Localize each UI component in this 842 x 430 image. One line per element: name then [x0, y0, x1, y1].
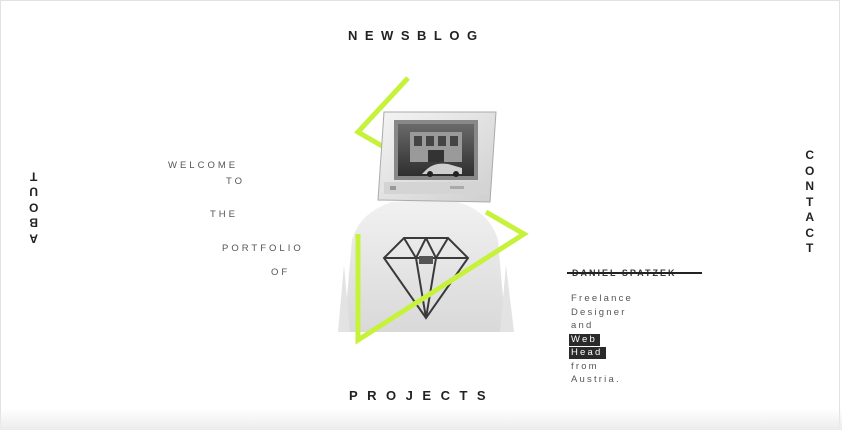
hero-portrait-image — [338, 76, 529, 345]
bio-line: and — [571, 320, 594, 331]
nav-about-letter: T — [30, 169, 38, 184]
welcome-text: TO — [226, 176, 246, 187]
nav-about-letter: O — [29, 200, 39, 215]
bio-line-highlight: Head — [569, 346, 691, 360]
bio-line: Designer — [571, 306, 627, 318]
nav-contact-letter: A — [805, 210, 814, 224]
nav-contact-letter: O — [805, 163, 815, 178]
nav-contact-letter: T — [806, 241, 814, 255]
nav-about-letter: U — [29, 185, 39, 199]
nav-about-letter: B — [29, 216, 39, 230]
name-strikethrough — [567, 272, 702, 274]
nav-contact-letter: N — [805, 179, 814, 193]
bio-line-highlight: Web — [569, 333, 691, 347]
bio-highlight: Head — [569, 347, 606, 359]
bio-highlight: Web — [569, 333, 600, 346]
bio-line: Freelance — [571, 293, 634, 304]
crt-monitor — [377, 111, 497, 203]
nav-contact-link[interactable]: C O N T A C T — [805, 148, 814, 257]
diamond-center-mark — [419, 256, 433, 264]
nav-contact-letter: C — [805, 225, 814, 240]
bio-line: from — [571, 360, 599, 372]
welcome-text: WELCOME — [168, 160, 239, 171]
nav-about-link[interactable]: A B O U T — [29, 168, 38, 246]
welcome-text: OF — [271, 267, 291, 278]
bio-line: Austria. — [571, 374, 621, 385]
bio-text: Freelance Designer and Web Head from Aus… — [569, 292, 691, 387]
welcome-text: PORTFOLIO — [222, 243, 304, 254]
nav-newsblog-link[interactable]: NEWSBLOG — [348, 28, 485, 43]
welcome-text: THE — [210, 209, 238, 220]
bottom-shadow — [0, 408, 842, 430]
nav-contact-letter: T — [806, 194, 814, 209]
nav-about-letter: A — [29, 231, 39, 246]
nav-contact-letter: C — [805, 148, 814, 162]
nav-projects-link[interactable]: PROJECTS — [349, 388, 495, 403]
